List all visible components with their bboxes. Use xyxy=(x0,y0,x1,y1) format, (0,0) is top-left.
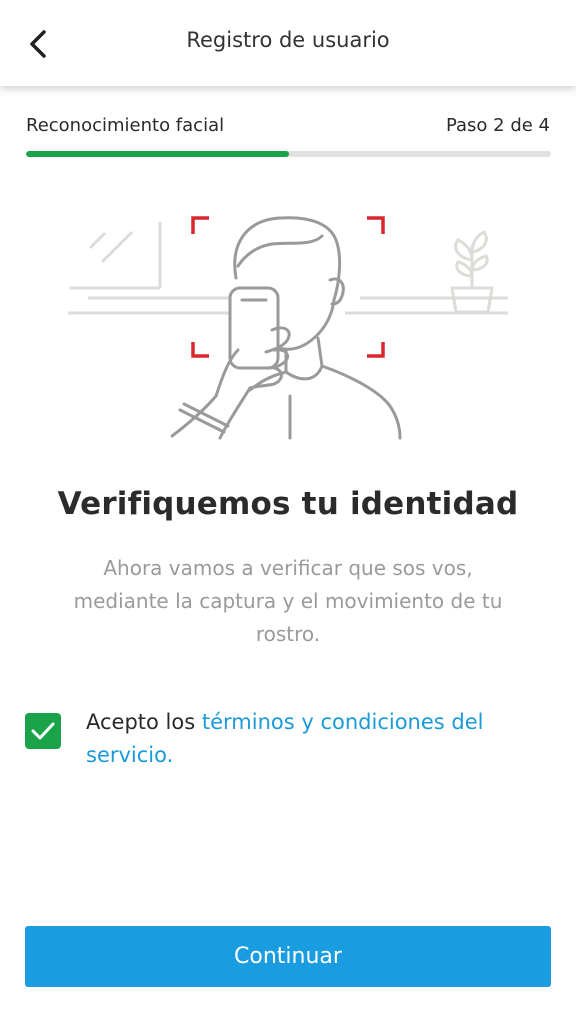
app-header: Registro de usuario xyxy=(0,0,576,86)
terms-agreement: Acepto los términos y condiciones del se… xyxy=(25,706,536,772)
page-title: Registro de usuario xyxy=(186,28,390,52)
continue-button[interactable]: Continuar xyxy=(25,926,551,987)
step-counter: Paso 2 de 4 xyxy=(445,115,550,136)
plant-shelf xyxy=(345,230,508,315)
terms-text: Acepto los términos y condiciones del se… xyxy=(86,706,536,772)
terms-checkbox[interactable] xyxy=(25,713,61,749)
check-icon xyxy=(31,722,55,740)
verification-title: Verifiquemos tu identidad xyxy=(57,486,519,522)
terms-prefix: Acepto los xyxy=(86,710,202,734)
progress-bar-fill xyxy=(26,151,289,157)
verification-description: Ahora vamos a verificar que sos vos, med… xyxy=(73,556,503,646)
window-frame xyxy=(68,222,230,315)
progress-bar xyxy=(26,151,551,157)
face-scan-illustration xyxy=(68,216,508,440)
step-indicator: Reconocimiento facial Paso 2 de 4 xyxy=(26,115,550,136)
step-label: Reconocimiento facial xyxy=(26,115,225,136)
person-outline xyxy=(170,216,402,440)
